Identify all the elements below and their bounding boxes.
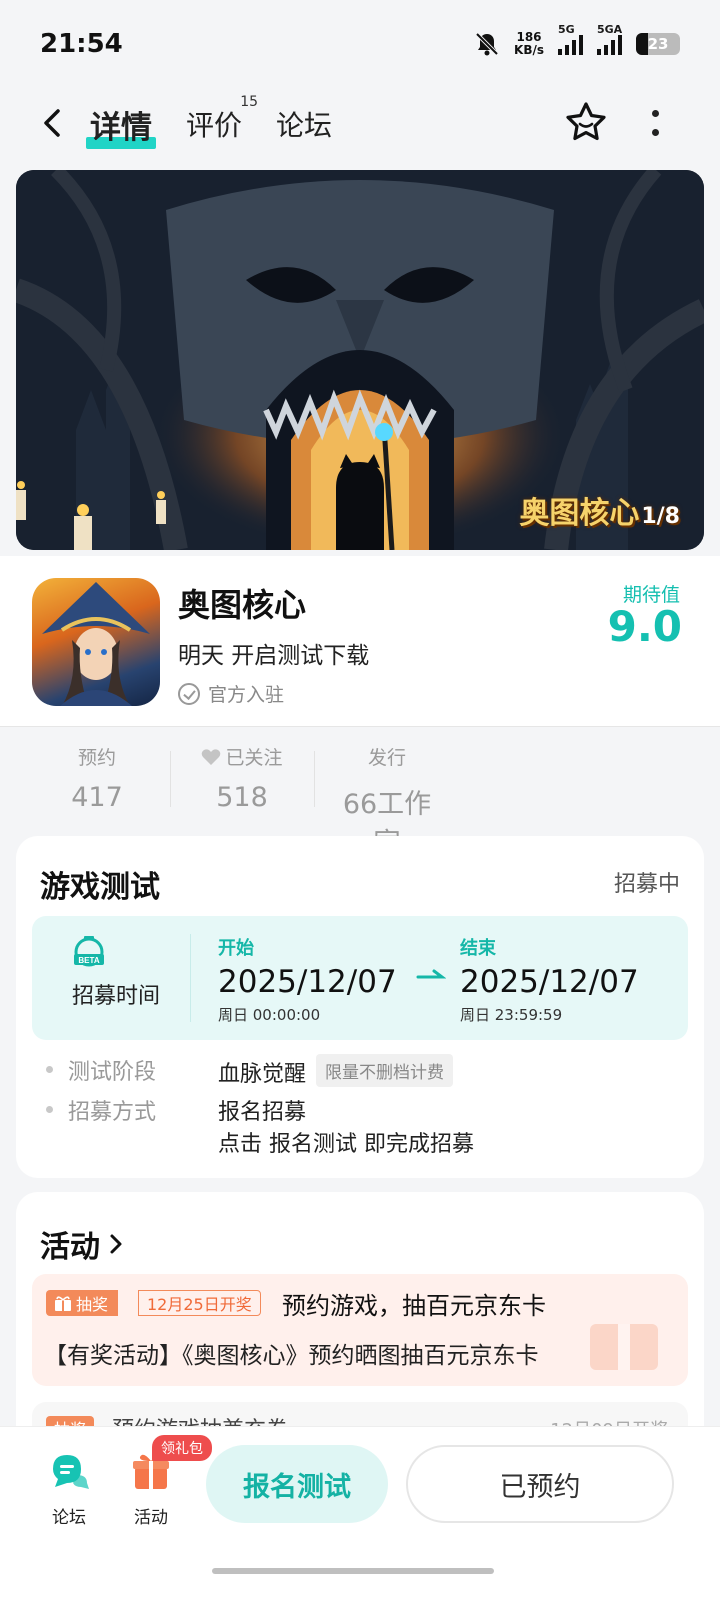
signal-5g-icon: 5G: [558, 23, 583, 55]
stage-tag: 限量不删档计费: [316, 1054, 454, 1087]
top-nav: 详情 评价 15 论坛: [0, 90, 720, 156]
verified-check-icon: [178, 682, 200, 705]
test-start: 开始 2025/12/07 周日 00:00:00: [218, 938, 397, 1024]
game-banner[interactable]: 奥图核心1/8: [16, 170, 704, 550]
activity-headline: 预约游戏，抽百元京东卡: [282, 1292, 546, 1320]
beta-icon: BETA: [74, 936, 104, 967]
recruit-time-label: 招募时间: [72, 984, 161, 1009]
gift-pack-bubble[interactable]: 领礼包: [152, 1435, 212, 1461]
forum-button[interactable]: 论坛: [34, 1449, 104, 1528]
activity-item[interactable]: 抽奖 12月25日开奖 预约游戏，抽百元京东卡 【有奖活动】《奥图核心》预约晒图…: [32, 1274, 688, 1386]
gift-icon: [55, 1296, 71, 1311]
reserved-button[interactable]: 已预约: [406, 1445, 674, 1523]
home-indicator[interactable]: [212, 1568, 494, 1574]
stat-followers[interactable]: 已关注 518: [190, 743, 294, 813]
game-title: 奥图核心: [178, 586, 307, 624]
stat-reservations: 预约 417: [71, 747, 123, 813]
forum-chat-icon: [53, 1455, 89, 1489]
lottery-badge: 抽奖: [46, 1290, 119, 1316]
battery-icon: 23: [636, 33, 680, 55]
mute-bell-icon: [475, 32, 499, 56]
banner-page-indicator: 1/8: [641, 504, 680, 529]
network-speed: 186 KB/s: [514, 30, 544, 57]
favorite-star-icon[interactable]: [564, 100, 608, 144]
game-release-note: 明天 开启测试下载: [178, 643, 370, 669]
activity-title[interactable]: 活动: [40, 1222, 124, 1266]
status-bar: 21:54 186 KB/s 5G 5GA 23: [0, 0, 720, 88]
draw-date-badge: 12月25日开奖: [138, 1290, 261, 1316]
review-count: 15: [240, 94, 259, 110]
activity-card: 活动 抽奖 12月25日开奖 预约游戏，抽百元京东卡 【有奖活动】《奥图核心》预…: [16, 1192, 704, 1452]
chevron-right-icon: [110, 1234, 122, 1254]
back-arrow-icon[interactable]: [38, 108, 68, 138]
svg-text:BETA: BETA: [78, 956, 99, 965]
signup-test-button[interactable]: 报名测试: [206, 1445, 388, 1523]
arrow-right-icon: [416, 969, 446, 979]
signal-5ga-icon: 5GA: [597, 23, 622, 55]
stats-row: 预约 417 已关注 518 发行 66工作室: [0, 726, 720, 859]
activity-desc: 【有奖活动】《奥图核心》预约晒图抽百元京东卡: [44, 1343, 539, 1369]
test-status: 招募中: [613, 872, 680, 897]
tab-forum[interactable]: 论坛: [276, 104, 332, 144]
recruit-time-panel: BETA 招募时间 开始 2025/12/07 周日 00:00:00 结束 2…: [32, 916, 688, 1040]
status-time: 21:54: [40, 29, 123, 59]
game-test-card: 游戏测试 招募中 BETA 招募时间 开始 2025/12/07 周日 00:0…: [16, 836, 704, 1178]
expect-score: 9.0: [607, 602, 682, 651]
more-menu-icon[interactable]: [650, 110, 660, 136]
status-icons: 186 KB/s 5G 5GA 23: [474, 23, 680, 57]
banner-logo: 奥图核心1/8: [519, 496, 680, 531]
official-badge: 官方入驻: [178, 680, 284, 707]
gift-watermark-icon: [590, 1324, 658, 1370]
tab-details[interactable]: 详情: [86, 102, 156, 149]
game-info: 奥图核心 明天 开启测试下载 官方入驻 期待值 9.0: [0, 556, 720, 726]
tab-reviews[interactable]: 评价 15: [186, 94, 258, 144]
heart-icon: [202, 748, 221, 765]
game-app-icon: [32, 578, 160, 706]
test-end: 结束 2025/12/07 周日 23:59:59: [460, 938, 639, 1024]
test-section-title: 游戏测试: [40, 870, 160, 905]
